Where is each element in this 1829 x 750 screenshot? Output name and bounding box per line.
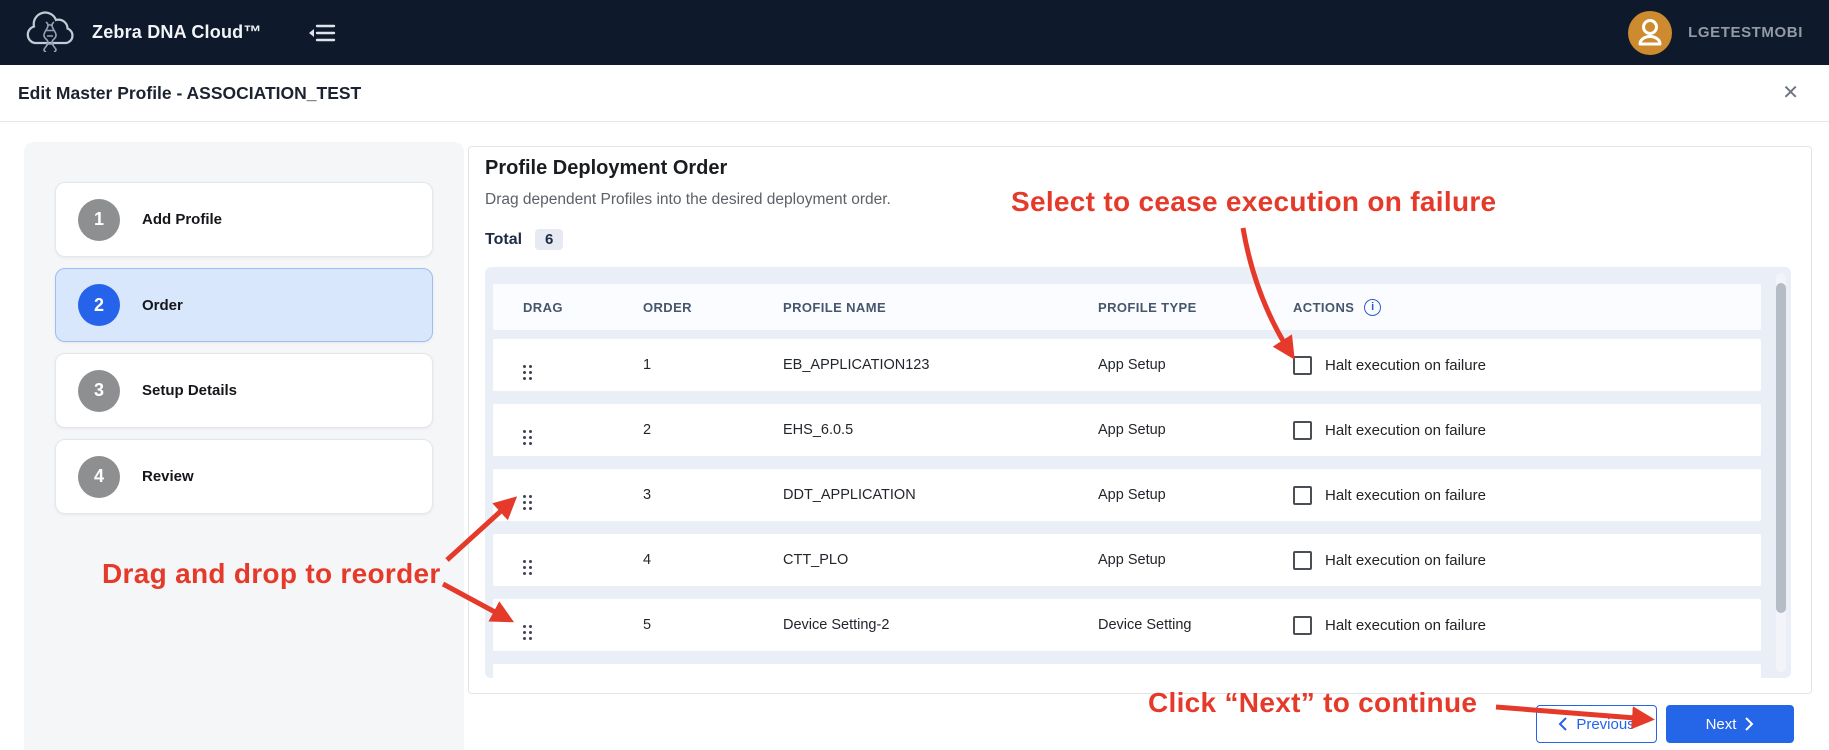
page-title: Profile Deployment Order (485, 157, 727, 180)
dialog-title: Edit Master Profile - ASSOCIATION_TEST (18, 83, 361, 104)
user-avatar[interactable] (1628, 11, 1672, 55)
table-row-partial (493, 664, 1761, 678)
annotation-next-note: Click “Next” to continue (1148, 687, 1477, 719)
profile-name-cell: CTT_PLO (783, 552, 1098, 568)
app-header: Zebra DNA Cloud™ LGETESTMOBI (0, 0, 1829, 65)
halt-execution-checkbox[interactable] (1293, 356, 1312, 375)
annotation-select-note: Select to cease execution on failure (1011, 186, 1496, 218)
halt-execution-label: Halt execution on failure (1325, 357, 1486, 374)
profile-type-cell: App Setup (1098, 487, 1293, 503)
halt-execution-label: Halt execution on failure (1325, 617, 1486, 634)
profile-type-cell: App Setup (1098, 357, 1293, 373)
next-button-label: Next (1706, 716, 1737, 733)
order-cell: 5 (643, 617, 783, 633)
order-cell: 1 (643, 357, 783, 373)
close-icon[interactable]: ✕ (1782, 83, 1799, 103)
total-label: Total (485, 231, 522, 249)
column-header-profile-name: PROFILE NAME (783, 300, 1098, 315)
step-number-badge: 2 (78, 284, 120, 326)
chevron-right-icon (1745, 717, 1754, 731)
annotation-drag-note: Drag and drop to reorder (102, 558, 441, 590)
scrollbar-thumb[interactable] (1776, 283, 1786, 613)
chevron-left-icon (1558, 717, 1567, 731)
app-title: Zebra DNA Cloud™ (92, 22, 262, 43)
step-label: Add Profile (142, 211, 222, 228)
profile-type-cell: App Setup (1098, 422, 1293, 438)
menu-collapse-icon[interactable] (308, 22, 336, 44)
dialog-title-bar: Edit Master Profile - ASSOCIATION_TEST ✕ (0, 65, 1829, 122)
table-header-row: DRAG ORDER PROFILE NAME PROFILE TYPE ACT… (493, 284, 1761, 330)
step-number-badge: 1 (78, 199, 120, 241)
halt-execution-checkbox[interactable] (1293, 486, 1312, 505)
halt-execution-checkbox[interactable] (1293, 616, 1312, 635)
table-row: 1 EB_APPLICATION123 App Setup Halt execu… (493, 339, 1761, 391)
table-row: 4 CTT_PLO App Setup Halt execution on fa… (493, 534, 1761, 586)
halt-execution-checkbox[interactable] (1293, 421, 1312, 440)
order-cell: 3 (643, 487, 783, 503)
column-header-drag: DRAG (523, 300, 643, 315)
total-row: Total 6 (485, 229, 563, 250)
order-cell: 2 (643, 422, 783, 438)
info-icon[interactable]: i (1364, 299, 1381, 316)
table-row: 2 EHS_6.0.5 App Setup Halt execution on … (493, 404, 1761, 456)
column-header-order: ORDER (643, 300, 783, 315)
table-row: 3 DDT_APPLICATION App Setup Halt executi… (493, 469, 1761, 521)
logged-in-username[interactable]: LGETESTMOBI (1688, 24, 1803, 41)
profile-deployment-panel: Profile Deployment Order Drag dependent … (468, 146, 1812, 694)
step-number-badge: 4 (78, 456, 120, 498)
page-subtitle: Drag dependent Profiles into the desired… (485, 191, 891, 209)
column-header-actions: ACTIONS (1293, 300, 1354, 315)
halt-execution-label: Halt execution on failure (1325, 552, 1486, 569)
previous-button[interactable]: Previous (1536, 705, 1657, 743)
order-cell: 4 (643, 552, 783, 568)
previous-button-label: Previous (1576, 716, 1634, 733)
column-header-profile-type: PROFILE TYPE (1098, 300, 1293, 315)
halt-execution-checkbox[interactable] (1293, 551, 1312, 570)
step-label: Setup Details (142, 382, 237, 399)
sidebar-item-order[interactable]: 2 Order (55, 268, 433, 342)
profile-name-cell: EHS_6.0.5 (783, 422, 1098, 438)
profile-type-cell: Device Setting (1098, 617, 1293, 633)
halt-execution-label: Halt execution on failure (1325, 422, 1486, 439)
table-scrollbar[interactable] (1776, 273, 1786, 672)
step-label: Order (142, 297, 183, 314)
sidebar-item-review[interactable]: 4 Review (55, 439, 433, 514)
profile-name-cell: EB_APPLICATION123 (783, 357, 1098, 373)
zebra-dna-cloud-logo-icon (22, 8, 78, 57)
halt-execution-label: Halt execution on failure (1325, 487, 1486, 504)
sidebar-item-add-profile[interactable]: 1 Add Profile (55, 182, 433, 257)
total-count-badge: 6 (535, 229, 563, 250)
table-row: 5 Device Setting-2 Device Setting Halt e… (493, 599, 1761, 651)
profile-type-cell: App Setup (1098, 552, 1293, 568)
sidebar-item-setup-details[interactable]: 3 Setup Details (55, 353, 433, 428)
step-number-badge: 3 (78, 370, 120, 412)
deployment-order-table: DRAG ORDER PROFILE NAME PROFILE TYPE ACT… (485, 267, 1791, 678)
profile-name-cell: Device Setting-2 (783, 617, 1098, 633)
next-button[interactable]: Next (1666, 705, 1794, 743)
profile-name-cell: DDT_APPLICATION (783, 487, 1098, 503)
step-label: Review (142, 468, 194, 485)
